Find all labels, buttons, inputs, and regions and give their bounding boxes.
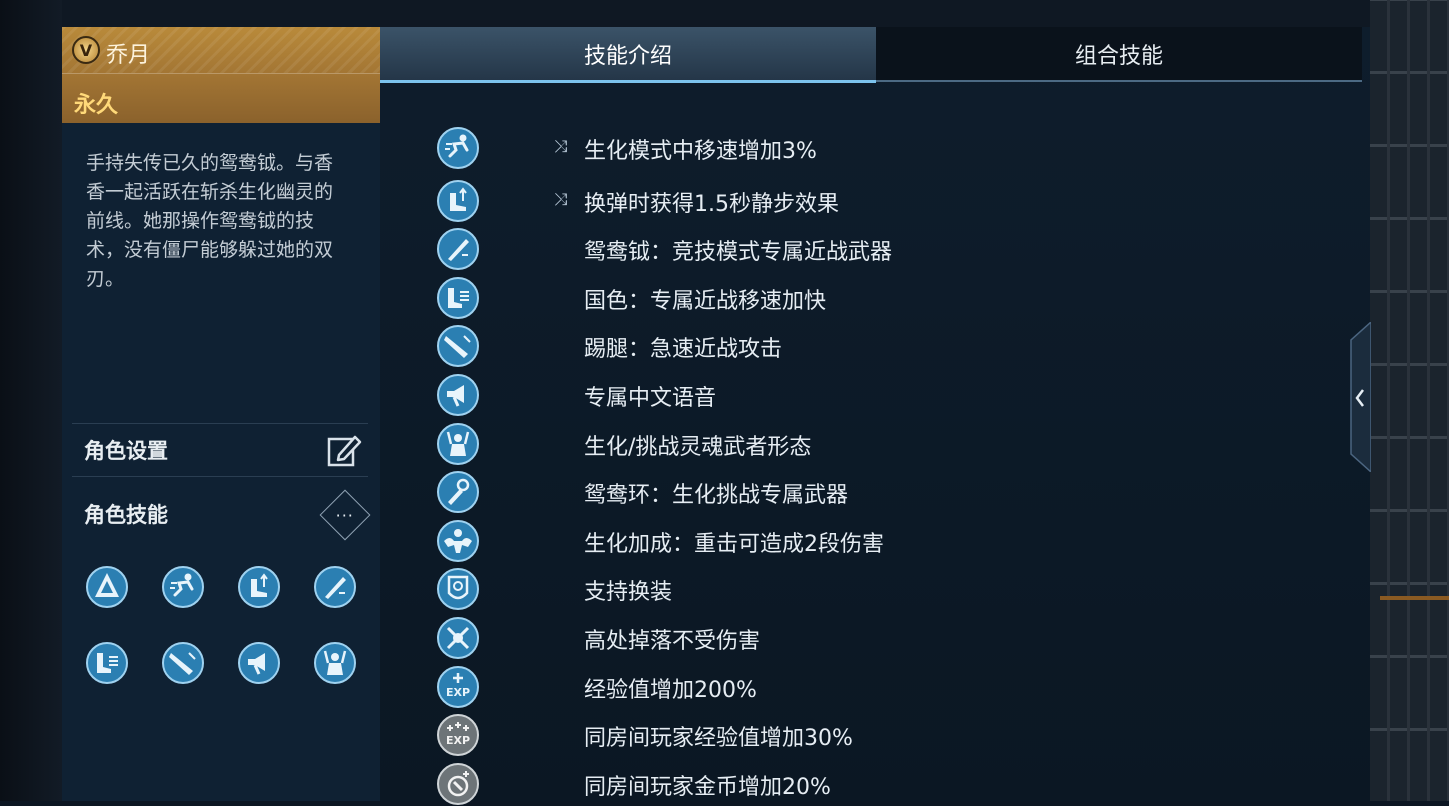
- blade-icon: [437, 228, 479, 271]
- exp-plus-icon: EXP: [437, 665, 479, 708]
- skill-description: 生化加成：重击可造成2段伤害: [584, 531, 884, 557]
- skill-row: 专属中文语音: [380, 373, 1370, 417]
- mode-tag-icon: ⤨: [554, 137, 568, 157]
- divider: [72, 476, 368, 477]
- skill-row: 支持换装: [380, 567, 1370, 611]
- skill-row: 同房间玩家金币增加20%: [380, 762, 1370, 806]
- boot-arrow-icon: [437, 179, 479, 222]
- svg-text:EXP: EXP: [446, 686, 470, 699]
- hero-description: 手持失传已久的鸳鸯钺。与香香一起活跃在斩杀生化幽灵的前线。她那操作鸳鸯钺的技术，…: [86, 152, 334, 290]
- background-scenery: [1370, 0, 1449, 801]
- kick-icon[interactable]: [161, 641, 205, 685]
- tab-skill-intro[interactable]: 技能介绍: [380, 27, 876, 80]
- skill-row: 生化加成：重击可造成2段伤害: [380, 519, 1370, 563]
- svg-text:EXP: EXP: [446, 734, 470, 747]
- boot-arrow-icon[interactable]: [237, 565, 281, 609]
- collapse-panel-button[interactable]: [1347, 322, 1371, 472]
- skill-detail-panel: 技能介绍 组合技能 ⤨ 生化模式中移速增加3% ⤨ 换弹时获得1.5秒静步效果鸳鸯钺：…: [380, 27, 1370, 805]
- skill-row: EXP 同房间玩家经验值增加30%: [380, 713, 1370, 757]
- skill-row: EXP 经验值增加200%: [380, 665, 1370, 709]
- ring-blade-icon: [437, 471, 479, 514]
- hero-duration: 永久: [74, 93, 119, 118]
- skill-row: 生化/挑战灵魂武者形态: [380, 422, 1370, 466]
- running-man-icon[interactable]: [161, 565, 205, 609]
- skill-description: 同房间玩家金币增加20%: [584, 774, 831, 800]
- outfit-icon: [437, 568, 479, 611]
- skill-description: 专属中文语音: [584, 386, 717, 411]
- skill-row: 高处掉落不受伤害: [380, 616, 1370, 660]
- skill-description: 踢腿：急速近战攻击: [584, 337, 783, 363]
- soul-warrior-icon[interactable]: [313, 641, 357, 685]
- skill-row: 鸳鸯钺：竞技模式专属近战武器: [380, 227, 1370, 271]
- running-man-icon: [437, 127, 479, 169]
- hero-header: V 乔月 永久: [62, 27, 380, 123]
- background-left: [0, 0, 62, 801]
- speed-boot-icon[interactable]: [85, 641, 129, 685]
- skill-description: 同房间玩家经验值增加30%: [584, 726, 853, 752]
- voice-icon[interactable]: [237, 641, 281, 685]
- skill-description: 支持换装: [584, 580, 673, 606]
- hero-name: 乔月: [106, 43, 151, 68]
- active-tab-indicator: [380, 80, 876, 83]
- background-top: [0, 0, 1449, 27]
- soul-warrior-icon: [437, 422, 479, 465]
- skill-description: 生化模式中移速增加3%: [584, 139, 817, 164]
- skill-description: 换弹时获得1.5秒静步效果: [584, 191, 839, 217]
- skill-row: 国色：专属近战移速加快: [380, 276, 1370, 320]
- skill-row: 踢腿：急速近战攻击: [380, 324, 1370, 368]
- skill-description: 高处掉落不受伤害: [584, 629, 761, 654]
- more-button[interactable]: ···: [319, 489, 371, 541]
- skill-row: ⤨ 生化模式中移速增加3%: [380, 126, 1370, 170]
- skill-row: ⤨ 换弹时获得1.5秒静步效果: [380, 179, 1370, 223]
- skill-description: 经验值增加200%: [584, 677, 757, 703]
- speed-boot-icon: [437, 276, 479, 319]
- voice-icon: [437, 374, 479, 416]
- divider: [72, 423, 368, 424]
- skill-description: 鸳鸯钺：竞技模式专属近战武器: [584, 240, 893, 266]
- hero-info-panel: V 乔月 永久 手持失传已久的鸳鸯钺。与香香一起活跃在斩杀生化幽灵的前线。她那操…: [62, 27, 381, 801]
- tab-combo-skills[interactable]: 组合技能: [876, 27, 1362, 80]
- kick-icon: [437, 325, 479, 368]
- skill-description: 生化/挑战灵魂武者形态: [584, 434, 812, 460]
- character-skills-label: 角色技能: [84, 503, 168, 527]
- blade-icon[interactable]: [313, 565, 357, 609]
- character-settings-label: 角色设置: [84, 439, 168, 463]
- muscle-icon: [437, 519, 479, 562]
- edit-icon[interactable]: [325, 431, 363, 469]
- no-fall-damage-icon: [437, 617, 479, 659]
- skill-description: 国色：专属近战移速加快: [584, 288, 827, 314]
- mode-tag-icon: ⤨: [554, 189, 568, 210]
- skill-description: 鸳鸯环：生化挑战专属武器: [584, 483, 849, 509]
- skill-row: 鸳鸯环：生化挑战专属武器: [380, 470, 1370, 514]
- room-coin-icon: [437, 762, 479, 805]
- room-exp-icon: EXP: [437, 714, 479, 757]
- hero-emblem-icon[interactable]: [85, 565, 129, 609]
- vip-badge-icon: V: [72, 36, 100, 64]
